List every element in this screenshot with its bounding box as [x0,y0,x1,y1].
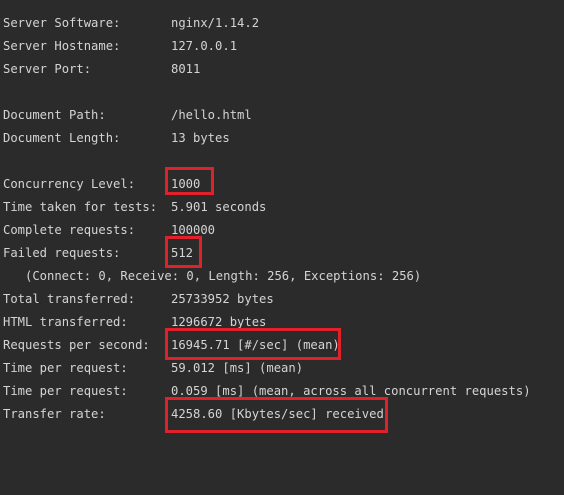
document-length-value: 13 bytes [171,131,230,145]
failed-requests-row: Failed requests: 512 [3,242,193,265]
server-software-label: Server Software: [3,16,121,30]
time-per-request-concurrent-row: Time per request: 0.059 [ms] (mean, acro… [3,380,531,403]
concurrency-level-row: Concurrency Level: 1000 [3,173,200,196]
document-length-row: Document Length: 13 bytes [3,127,230,150]
document-length-label: Document Length: [3,131,121,145]
time-per-request-label: Time per request: [3,361,128,375]
html-transferred-label: HTML transferred: [3,315,128,329]
complete-requests-value: 100000 [171,223,216,237]
terminal-output: Server Software: nginx/1.14.2 Server Hos… [0,0,564,436]
time-per-request-value: 59.012 [ms] (mean) [171,361,304,375]
transfer-rate-value: 4258.60 [Kbytes/sec] received [171,407,384,421]
document-path-label: Document Path: [3,108,106,122]
complete-requests-label: Complete requests: [3,223,136,237]
failed-requests-label: Failed requests: [3,246,121,260]
server-hostname-label: Server Hostname: [3,39,121,53]
complete-requests-row: Complete requests: 100000 [3,219,215,242]
server-port-value: 8011 [171,62,201,76]
concurrency-level-value: 1000 [171,177,201,191]
concurrency-level-label: Concurrency Level: [3,177,136,191]
document-path-value: /hello.html [171,108,252,122]
total-transferred-row: Total transferred: 25733952 bytes [3,288,274,311]
total-transferred-label: Total transferred: [3,292,136,306]
time-taken-label: Time taken for tests: [3,200,158,214]
server-port-label: Server Port: [3,62,92,76]
server-hostname-row: Server Hostname: 127.0.0.1 [3,35,237,58]
time-taken-row: Time taken for tests: 5.901 seconds [3,196,266,219]
time-per-request-concurrent-value: 0.059 [ms] (mean, across all concurrent … [171,384,531,398]
html-transferred-row: HTML transferred: 1296672 bytes [3,311,266,334]
time-taken-value: 5.901 seconds [171,200,267,214]
transfer-rate-label: Transfer rate: [3,407,106,421]
html-transferred-value: 1296672 bytes [171,315,267,329]
document-path-row: Document Path: /hello.html [3,104,252,127]
total-transferred-value: 25733952 bytes [171,292,274,306]
time-per-request-row: Time per request: 59.012 [ms] (mean) [3,357,303,380]
requests-per-second-value: 16945.71 [#/sec] (mean) [171,338,340,352]
server-port-row: Server Port: 8011 [3,58,200,81]
failed-requests-value: 512 [171,246,194,260]
transfer-rate-row: Transfer rate: 4258.60 [Kbytes/sec] rece… [3,403,384,426]
requests-per-second-label: Requests per second: [3,338,150,352]
time-per-request-concurrent-label: Time per request: [3,384,128,398]
requests-per-second-row: Requests per second: 16945.71 [#/sec] (m… [3,334,340,357]
server-software-row: Server Software: nginx/1.14.2 [3,12,259,35]
server-hostname-value: 127.0.0.1 [171,39,238,53]
server-software-value: nginx/1.14.2 [171,16,260,30]
failed-requests-detail: (Connect: 0, Receive: 0, Length: 256, Ex… [25,269,422,283]
failed-requests-detail-row: (Connect: 0, Receive: 0, Length: 256, Ex… [25,265,421,288]
